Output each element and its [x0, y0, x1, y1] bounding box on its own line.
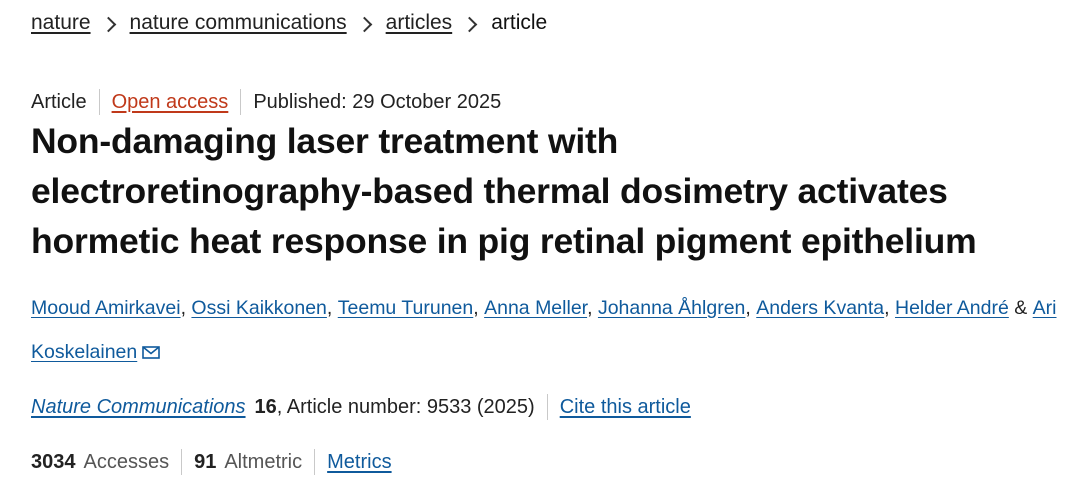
published-date: Published: 29 October 2025	[253, 90, 502, 113]
chevron-right-icon	[461, 16, 478, 32]
author-link[interactable]: Mooud Amirkavei	[31, 297, 181, 319]
breadcrumb-nature-communications[interactable]: nature communications	[130, 11, 347, 35]
author-separator: ,	[884, 297, 895, 319]
accesses-label: Accesses	[83, 450, 170, 473]
author-item: Ossi Kaikkonen,	[191, 297, 337, 319]
divider	[314, 449, 316, 475]
article-header: nature nature communications articles ar…	[0, 0, 1080, 478]
author-item: Mooud Amirkavei,	[31, 297, 191, 319]
breadcrumb-current: article	[491, 11, 548, 34]
author-separator: ,	[326, 297, 338, 319]
author-separator: ,	[587, 297, 598, 319]
author-item: Helder André &	[895, 297, 1033, 319]
title-line: Non-damaging laser treatment with	[31, 121, 619, 161]
title-line: electroretinography-based thermal dosime…	[31, 171, 948, 211]
author-separator: ,	[473, 297, 485, 319]
article-meta: Article Open access Published: 29 Octobe…	[31, 89, 501, 115]
chevron-right-icon	[356, 16, 372, 32]
author-link[interactable]: Anna Meller	[484, 297, 587, 319]
author-link[interactable]: Teemu Turunen	[338, 297, 474, 319]
author-item: Anna Meller,	[484, 297, 598, 319]
author-item: Teemu Turunen,	[338, 297, 484, 319]
divider	[98, 89, 100, 115]
breadcrumb: nature nature communications articles ar…	[31, 11, 547, 35]
divider	[240, 89, 242, 115]
envelope-icon[interactable]	[142, 346, 161, 359]
author-separator: ,	[745, 297, 757, 319]
breadcrumb-nature[interactable]: nature	[31, 11, 91, 35]
divider	[181, 449, 183, 475]
author-link[interactable]: Anders Kvanta	[756, 297, 884, 319]
metrics-link[interactable]: Metrics	[327, 451, 391, 474]
author-separator: ,	[180, 297, 192, 319]
divider	[546, 394, 548, 420]
author-list: Mooud Amirkavei, Ossi Kaikkonen, Teemu T…	[31, 286, 1061, 374]
metrics-row: 3034 Accesses 91 Altmetric Metrics	[31, 449, 392, 475]
author-link[interactable]: Johanna Åhlgren	[598, 297, 745, 319]
author-link[interactable]: Helder André	[895, 297, 1009, 319]
article-title: Non-damaging laser treatment with electr…	[31, 116, 1071, 266]
altmetric-label: Altmetric	[224, 450, 303, 473]
chevron-right-icon	[100, 16, 116, 32]
title-line: hormetic heat response in pig retinal pi…	[31, 221, 977, 261]
volume-number: 16	[254, 395, 277, 418]
journal-link[interactable]: Nature Communications	[31, 396, 246, 419]
article-number: , Article number: 9533 (2025)	[276, 395, 535, 418]
author-item: Johanna Åhlgren,	[598, 297, 756, 319]
cite-article-link[interactable]: Cite this article	[560, 396, 691, 419]
citation-row: Nature Communications 16 , Article numbe…	[31, 394, 691, 420]
article-type: Article	[31, 90, 87, 113]
open-access-link[interactable]: Open access	[112, 91, 229, 114]
altmetric-count: 91	[194, 450, 217, 473]
author-separator: &	[1008, 297, 1033, 319]
author-item: Anders Kvanta,	[756, 297, 895, 319]
accesses-count: 3034	[31, 450, 76, 473]
breadcrumb-articles[interactable]: articles	[386, 11, 453, 35]
author-link[interactable]: Ossi Kaikkonen	[191, 297, 326, 319]
